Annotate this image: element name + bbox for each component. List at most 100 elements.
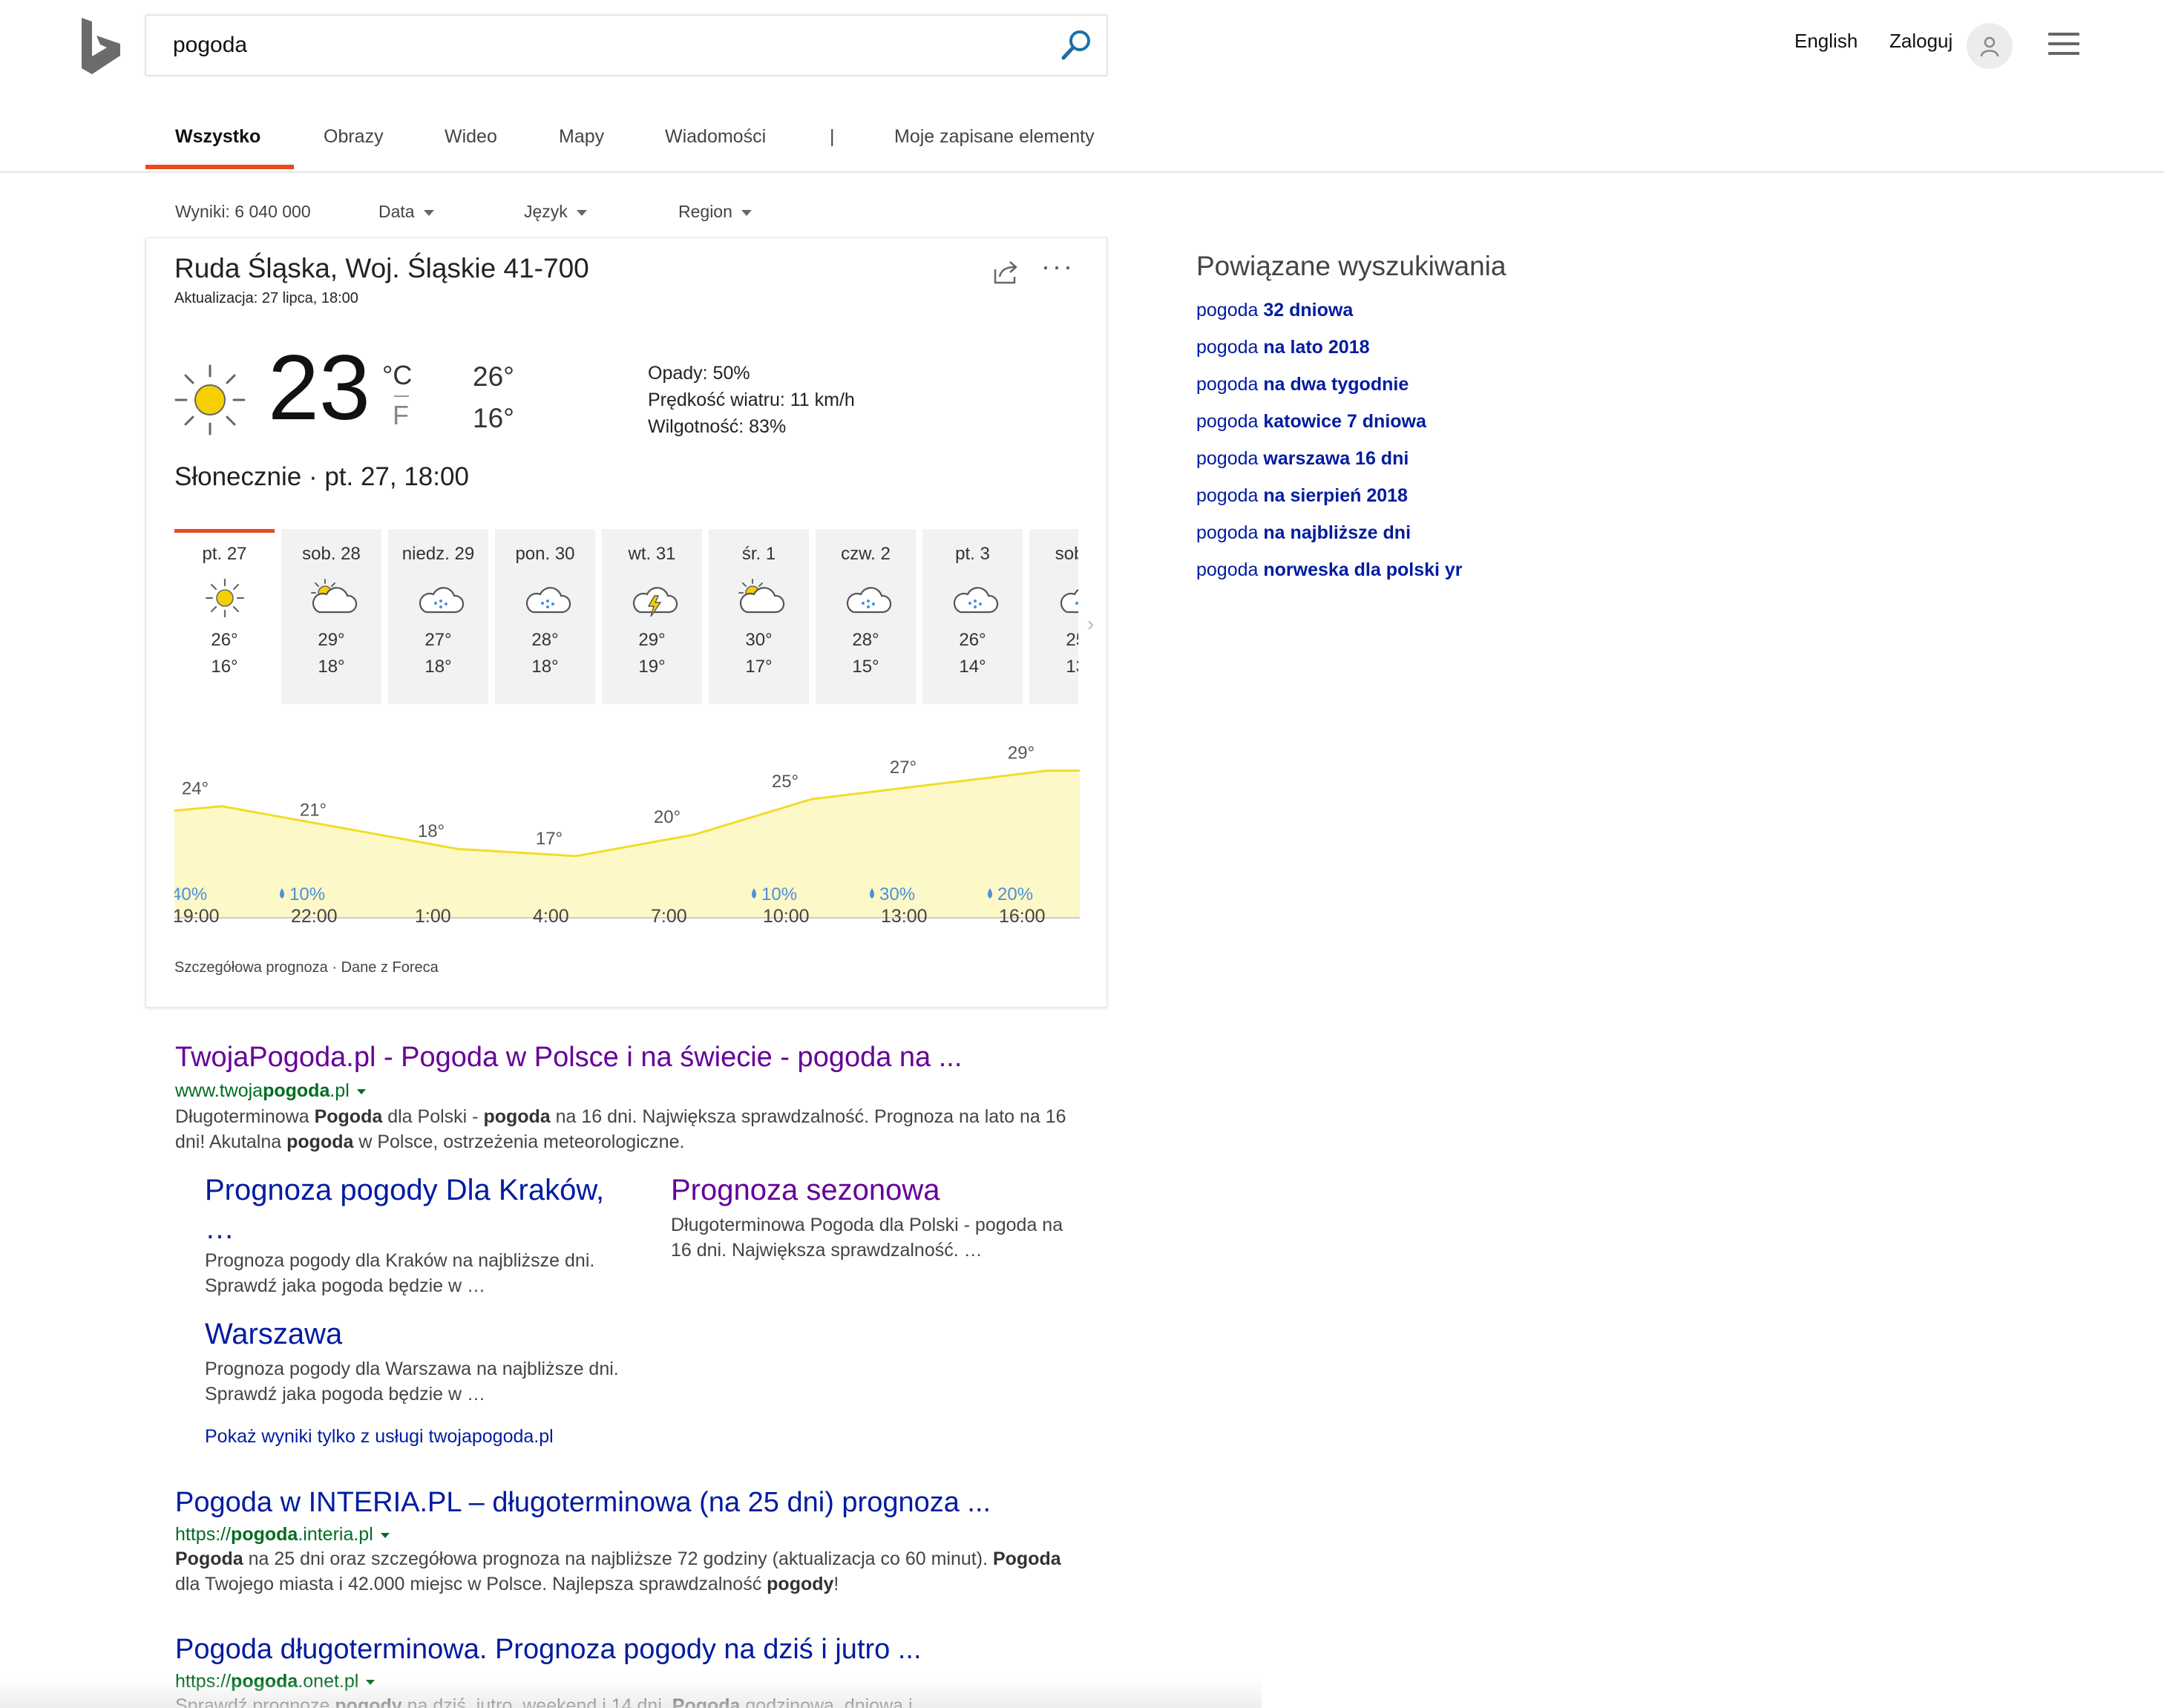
day-tile[interactable]: pon. 30 28° 18°: [495, 529, 595, 704]
data-source-link[interactable]: Dane z Foreca: [341, 959, 439, 976]
language-link[interactable]: English: [1794, 30, 1858, 53]
day-high: 27°: [424, 630, 452, 650]
url-part: .pl: [329, 1080, 350, 1101]
day-name: czw. 2: [841, 544, 891, 564]
result-url[interactable]: www.twojapogoda.pl: [175, 1080, 366, 1102]
tab-separator: |: [830, 126, 835, 147]
day-name: sob. 4: [1055, 544, 1078, 564]
user-icon: [1980, 36, 1999, 57]
day-tile[interactable]: pt. 27 26° 16°: [174, 529, 275, 704]
wind-detail: Prędkość wiatru: 11 km/h: [648, 390, 855, 410]
hour-label: 13:00: [881, 906, 928, 927]
deeplink-title[interactable]: Prognoza sezonowa: [671, 1171, 1086, 1209]
hour-label: 10:00: [763, 906, 810, 927]
tab-saved[interactable]: Moje zapisane elementy: [894, 126, 1095, 148]
filter-region[interactable]: Region: [678, 202, 752, 222]
tab-maps[interactable]: Mapy: [559, 126, 604, 148]
results-count: Wyniki: 6 040 000: [175, 202, 311, 221]
unit-celsius[interactable]: °C: [382, 360, 412, 391]
tab-news[interactable]: Wiadomości: [665, 126, 766, 148]
deeplink-title[interactable]: Warszawa: [205, 1315, 620, 1353]
signin-link[interactable]: Zaloguj: [1889, 30, 1952, 53]
day-tile[interactable]: niedz. 29 27° 18°: [388, 529, 488, 704]
day-name: wt. 31: [628, 544, 676, 564]
related-search-base: pogoda: [1196, 448, 1264, 469]
related-search-suffix: katowice 7 dniowa: [1263, 411, 1426, 432]
url-bold: pogoda: [263, 1080, 330, 1101]
temperature-label: 27°: [890, 758, 917, 778]
filter-date[interactable]: Data: [378, 202, 434, 222]
day-low: 16°: [211, 657, 238, 677]
related-search-suffix: na lato 2018: [1263, 337, 1370, 358]
rain-icon: [953, 587, 999, 614]
day-low: 17°: [745, 657, 773, 677]
related-search-suffix: warszawa 16 dni: [1263, 448, 1409, 469]
related-search-base: pogoda: [1196, 559, 1264, 580]
detailed-forecast-link[interactable]: Szczegółowa prognoza: [174, 959, 328, 976]
related-search-link[interactable]: pogoda na sierpień 2018: [1196, 485, 1408, 507]
hour-label: 1:00: [415, 906, 451, 927]
related-search-link[interactable]: pogoda na najbliższe dni: [1196, 522, 1411, 544]
day-tile[interactable]: czw. 2 28° 15°: [816, 529, 916, 704]
related-search-base: pogoda: [1196, 337, 1264, 358]
tab-video[interactable]: Wideo: [445, 126, 497, 148]
temperature-label: 17°: [536, 829, 563, 849]
share-icon[interactable]: [991, 257, 1020, 287]
unit-fahrenheit[interactable]: F: [393, 400, 409, 431]
related-search-suffix: norweska dla polski yr: [1263, 559, 1463, 580]
day-high: 28°: [531, 630, 559, 650]
related-search-link[interactable]: pogoda katowice 7 dniowa: [1196, 411, 1426, 433]
more-options-icon[interactable]: ···: [1041, 253, 1075, 280]
related-search-link[interactable]: pogoda norweska dla polski yr: [1196, 559, 1463, 581]
tab-images[interactable]: Obrazy: [324, 126, 384, 148]
filter-language[interactable]: Język: [524, 202, 587, 222]
precipitation-detail: Opady: 50%: [648, 363, 750, 384]
day-tile[interactable]: pt. 3 26° 14°: [922, 529, 1023, 704]
menu-icon[interactable]: [2048, 33, 2079, 58]
deeplink-title[interactable]: Prognoza pogody Dla Kraków, …: [205, 1171, 620, 1248]
url-part: https://: [175, 1524, 232, 1545]
search-icon[interactable]: [1059, 27, 1095, 63]
rain-icon: [419, 587, 465, 614]
day-tile[interactable]: wt. 31 29° 19°: [602, 529, 702, 704]
tab-all[interactable]: Wszystko: [175, 126, 260, 148]
search-input[interactable]: [173, 27, 1034, 63]
chevron-down-icon[interactable]: [380, 1532, 390, 1538]
site-only-results-link[interactable]: Pokaż wyniki tylko z usługi twojapogoda.…: [205, 1426, 554, 1448]
related-search-link[interactable]: pogoda warszawa 16 dni: [1196, 448, 1409, 470]
related-search-link[interactable]: pogoda na lato 2018: [1196, 337, 1370, 358]
day-high: 26°: [211, 630, 238, 650]
result-url[interactable]: https://pogoda.interia.pl: [175, 1524, 390, 1546]
day-tile[interactable]: sob. 28 29° 18°: [281, 529, 381, 704]
bing-logo[interactable]: [80, 18, 122, 74]
rain-icon: [846, 587, 892, 614]
header-divider: [0, 171, 2164, 173]
related-search-base: pogoda: [1196, 522, 1264, 543]
day-tile[interactable]: sob. 4 25° 13°: [1029, 529, 1078, 704]
current-temperature: 23: [268, 337, 370, 439]
weather-updated: Aktualizacja: 27 lipca, 18:00: [174, 290, 358, 306]
page-fade: [0, 1678, 1262, 1708]
partly-cloudy-icon: [738, 579, 785, 614]
today-low: 16°: [473, 403, 514, 433]
precipitation-value: 30%: [879, 884, 915, 904]
precipitation-value: 10%: [289, 884, 325, 904]
result-title[interactable]: TwojaPogoda.pl - Pogoda w Polsce i na św…: [175, 1042, 962, 1074]
related-search-link[interactable]: pogoda 32 dniowa: [1196, 300, 1353, 321]
related-search-link[interactable]: pogoda na dwa tygodnie: [1196, 374, 1409, 395]
search-box: [145, 15, 1107, 76]
result-title[interactable]: Pogoda w INTERIA.PL – długoterminowa (na…: [175, 1487, 991, 1519]
related-search-base: pogoda: [1196, 300, 1264, 321]
result-title[interactable]: Pogoda długoterminowa. Prognoza pogody n…: [175, 1634, 922, 1666]
humidity-detail: Wilgotność: 83%: [648, 416, 787, 437]
related-search-suffix: 32 dniowa: [1263, 300, 1354, 321]
chevron-right-icon[interactable]: ›: [1087, 612, 1094, 636]
day-high: 30°: [745, 630, 773, 650]
day-tile[interactable]: śr. 1 30° 17°: [709, 529, 809, 704]
rain-icon: [525, 587, 571, 614]
avatar[interactable]: [1967, 23, 2013, 69]
related-search-suffix: na najbliższe dni: [1263, 522, 1411, 543]
day-high: 29°: [638, 630, 666, 650]
chevron-down-icon[interactable]: [356, 1088, 366, 1094]
weather-location: Ruda Śląska, Woj. Śląskie 41-700: [174, 253, 589, 283]
